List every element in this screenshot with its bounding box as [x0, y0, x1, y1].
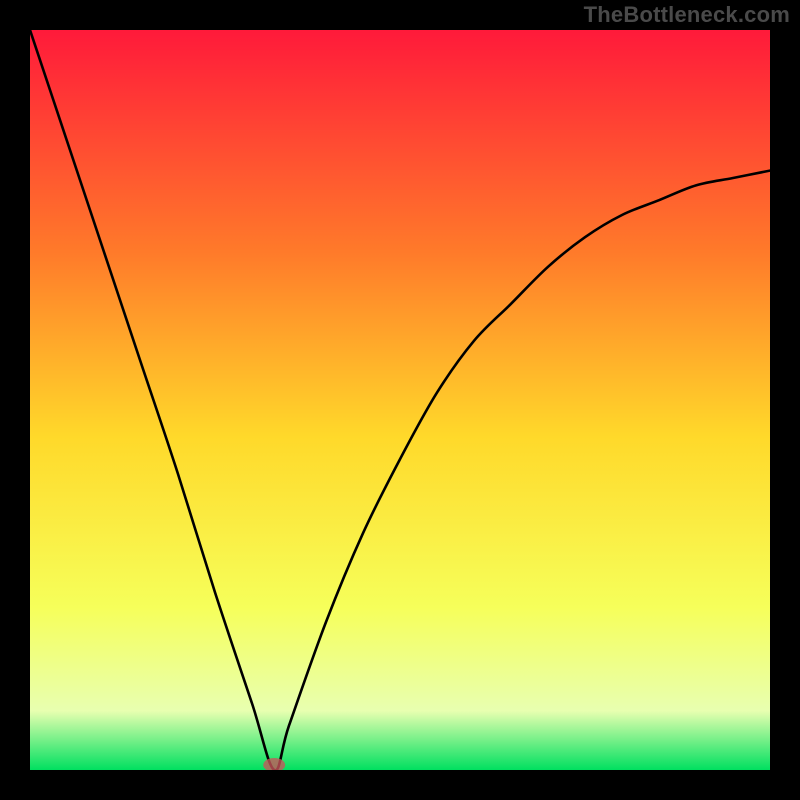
watermark-text: TheBottleneck.com — [584, 2, 790, 28]
chart-container: TheBottleneck.com — [0, 0, 800, 800]
gradient-background — [30, 30, 770, 770]
chart-svg — [30, 30, 770, 770]
plot-area — [30, 30, 770, 770]
